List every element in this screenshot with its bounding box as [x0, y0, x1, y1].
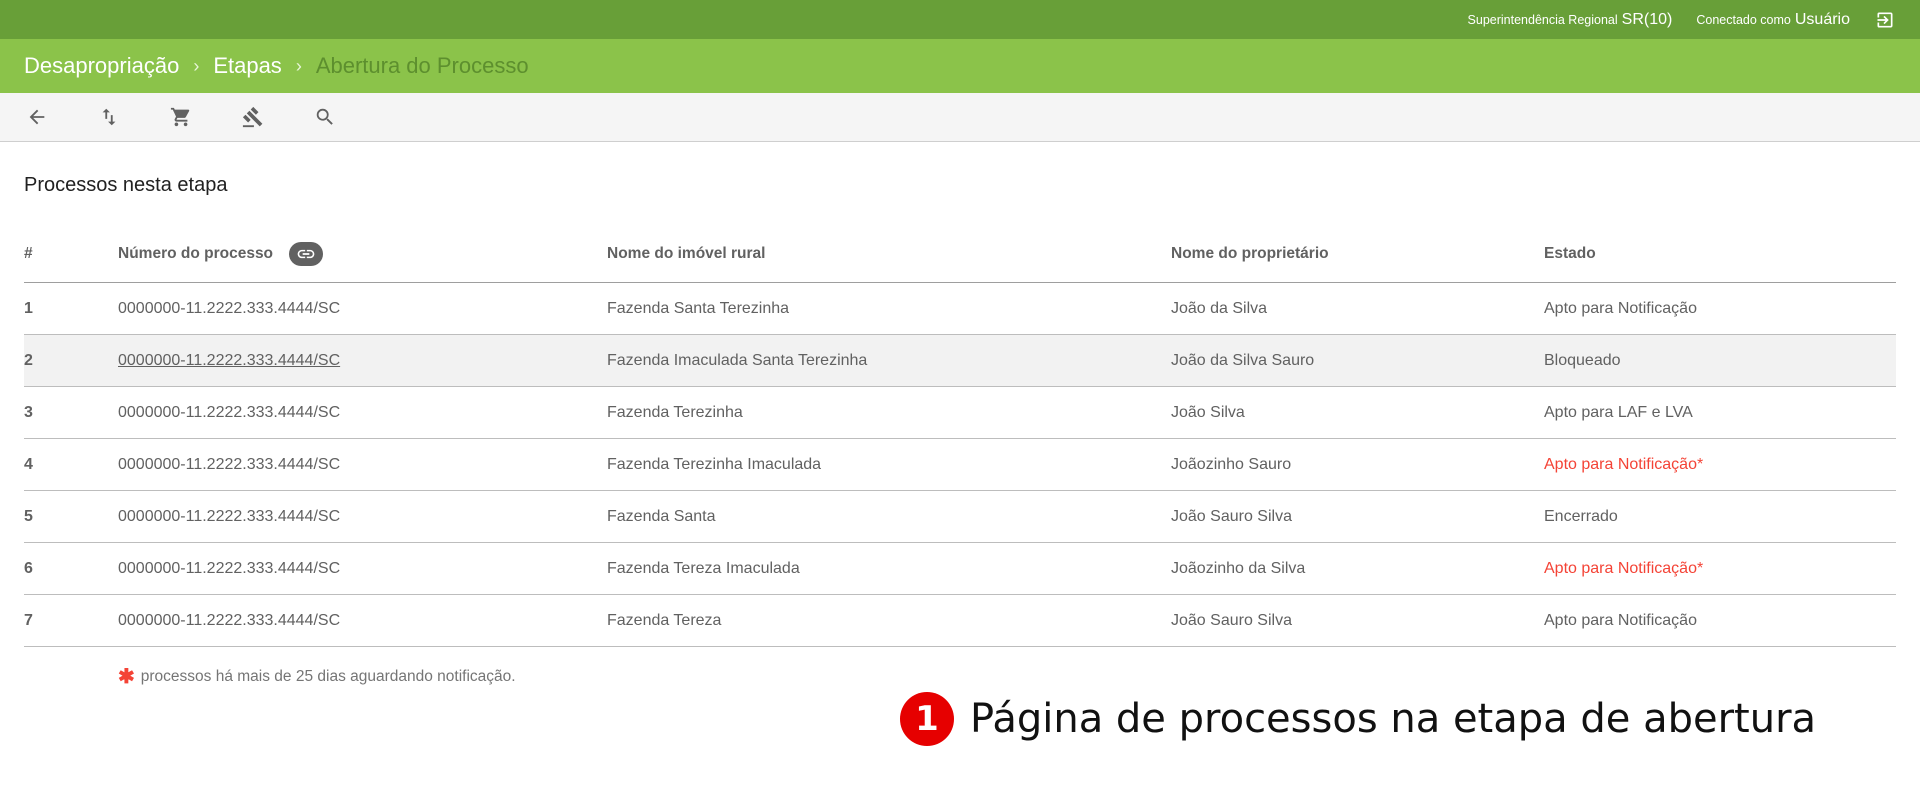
row-estado: Encerrado	[1544, 490, 1896, 543]
toolbar	[0, 93, 1920, 142]
row-index: 1	[24, 282, 118, 335]
table-row[interactable]: 7 0000000-11.2222.333.4444/SC Fazenda Te…	[24, 594, 1896, 647]
asterisk-icon: ✱	[118, 666, 135, 688]
caption-text: Página de processos na etapa de abertura	[970, 696, 1817, 742]
user-info: Conectado como Usuário	[1696, 11, 1850, 29]
logout-icon[interactable]	[1874, 9, 1896, 31]
table-header-row: # Número do processo Nome do imóvel rura…	[24, 226, 1896, 283]
row-numero-link[interactable]: 0000000-11.2222.333.4444/SC	[118, 334, 607, 387]
row-index: 3	[24, 386, 118, 439]
row-estado: Bloqueado	[1544, 334, 1896, 387]
row-proprietario: João Sauro Silva	[1171, 490, 1544, 543]
table-row[interactable]: 3 0000000-11.2222.333.4444/SC Fazenda Te…	[24, 386, 1896, 439]
table-row[interactable]: 4 0000000-11.2222.333.4444/SC Fazenda Te…	[24, 438, 1896, 491]
arrow-back-icon[interactable]	[24, 104, 50, 130]
table-row[interactable]: 6 0000000-11.2222.333.4444/SC Fazenda Te…	[24, 542, 1896, 595]
header-numero-label: Número do processo	[118, 245, 274, 263]
row-numero[interactable]: 0000000-11.2222.333.4444/SC	[118, 282, 607, 335]
row-estado-warning: Apto para Notificação*	[1544, 542, 1896, 595]
row-imovel: Fazenda Terezinha	[607, 386, 1171, 439]
search-icon[interactable]	[312, 104, 338, 130]
row-imovel: Fazenda Tereza	[607, 594, 1171, 647]
table-row[interactable]: 2 0000000-11.2222.333.4444/SC Fazenda Im…	[24, 334, 1896, 387]
regional-info: Superintendência Regional SR(10)	[1468, 11, 1673, 29]
row-proprietario: João Sauro Silva	[1171, 594, 1544, 647]
breadcrumb-desapropriacao[interactable]: Desapropriação	[24, 53, 179, 79]
header-imovel: Nome do imóvel rural	[607, 226, 1171, 283]
process-table: # Número do processo Nome do imóvel rura…	[24, 226, 1896, 647]
row-proprietario: Joãozinho da Silva	[1171, 542, 1544, 595]
row-imovel: Fazenda Santa	[607, 490, 1171, 543]
row-imovel: Fazenda Imaculada Santa Terezinha	[607, 334, 1171, 387]
regional-label: Superintendência Regional	[1467, 12, 1618, 27]
row-estado-warning: Apto para Notificação*	[1544, 438, 1896, 491]
annotation-caption: 1 Página de processos na etapa de abertu…	[900, 692, 1816, 746]
row-proprietario: João Silva	[1171, 386, 1544, 439]
cart-icon[interactable]	[168, 104, 194, 130]
row-estado: Apto para Notificação	[1544, 594, 1896, 647]
row-numero[interactable]: 0000000-11.2222.333.4444/SC	[118, 386, 607, 439]
user-name: Usuário	[1794, 10, 1850, 28]
row-index: 5	[24, 490, 118, 543]
row-imovel: Fazenda Terezinha Imaculada	[607, 438, 1171, 491]
row-numero[interactable]: 0000000-11.2222.333.4444/SC	[118, 542, 607, 595]
step-number-badge: 1	[900, 692, 954, 746]
section-title: Processos nesta etapa	[24, 174, 228, 196]
header-estado: Estado	[1544, 226, 1896, 283]
row-imovel: Fazenda Santa Terezinha	[607, 282, 1171, 335]
row-proprietario: João da Silva	[1171, 282, 1544, 335]
top-bar: Superintendência Regional SR(10) Conecta…	[0, 0, 1920, 39]
row-imovel: Fazenda Tereza Imaculada	[607, 542, 1171, 595]
row-index: 6	[24, 542, 118, 595]
link-icon[interactable]	[289, 242, 324, 266]
breadcrumb-etapas[interactable]: Etapas	[213, 53, 282, 79]
table-row[interactable]: 5 0000000-11.2222.333.4444/SC Fazenda Sa…	[24, 490, 1896, 543]
row-numero[interactable]: 0000000-11.2222.333.4444/SC	[118, 594, 607, 647]
row-proprietario: Joãozinho Sauro	[1171, 438, 1544, 491]
row-index: 2	[24, 334, 118, 387]
row-index: 4	[24, 438, 118, 491]
row-numero[interactable]: 0000000-11.2222.333.4444/SC	[118, 490, 607, 543]
user-label: Conectado como	[1696, 12, 1791, 27]
header-proprietario: Nome do proprietário	[1171, 226, 1544, 283]
footnote-text: processos há mais de 25 dias aguardando …	[140, 667, 516, 685]
breadcrumb-separator: ›	[295, 55, 302, 76]
breadcrumb: Desapropriação › Etapas › Abertura do Pr…	[0, 39, 1920, 93]
row-index: 7	[24, 594, 118, 647]
row-numero[interactable]: 0000000-11.2222.333.4444/SC	[118, 438, 607, 491]
gavel-icon[interactable]	[240, 104, 266, 130]
header-numero: Número do processo	[118, 226, 607, 283]
breadcrumb-separator: ›	[193, 55, 200, 76]
header-index: #	[24, 226, 118, 283]
regional-value: SR(10)	[1621, 10, 1673, 28]
swap-vertical-icon[interactable]	[96, 104, 122, 130]
row-proprietario: João da Silva Sauro	[1171, 334, 1544, 387]
row-estado: Apto para Notificação	[1544, 282, 1896, 335]
table-row[interactable]: 1 0000000-11.2222.333.4444/SC Fazenda Sa…	[24, 282, 1896, 335]
row-estado: Apto para LAF e LVA	[1544, 386, 1896, 439]
footnote: ✱ processos há mais de 25 dias aguardand…	[118, 664, 516, 689]
breadcrumb-current: Abertura do Processo	[315, 53, 529, 78]
